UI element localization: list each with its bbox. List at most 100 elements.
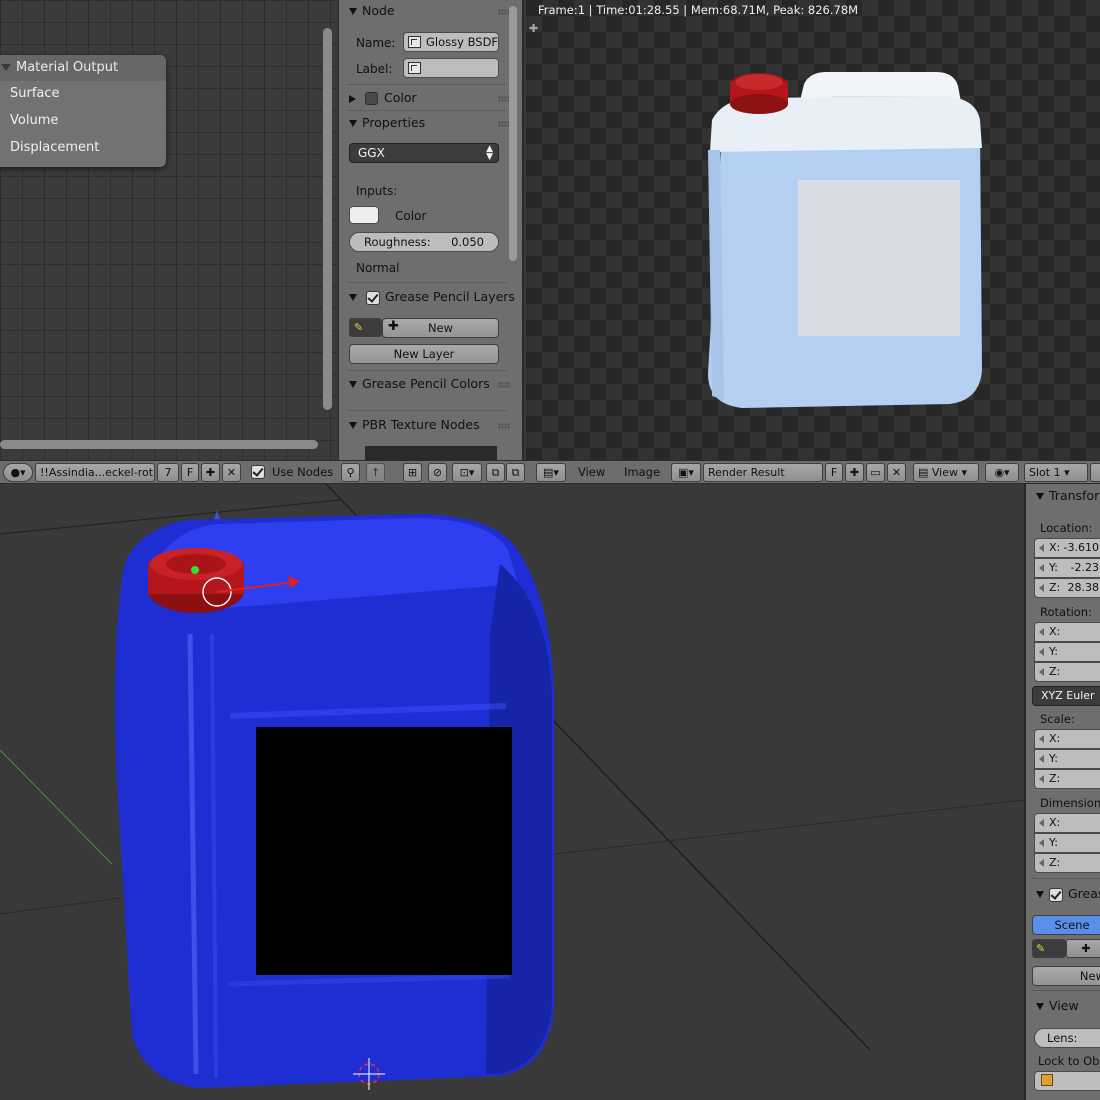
editor-type-image-icon[interactable]: ▤▾ [536,463,566,482]
slot-dropdown[interactable]: Slot 1 ▾ [1024,463,1088,482]
plus-icon[interactable]: ✚ [1066,939,1100,958]
image-fake-user-button[interactable]: F [825,463,843,482]
rotation-x-field[interactable]: X: [1034,622,1100,642]
node-name-field[interactable]: Glossy BSDF [403,32,499,52]
left-arrow-icon [1039,859,1044,867]
transform-header[interactable]: Transform [1036,488,1100,503]
expanded-triangle-icon [1036,891,1044,898]
pin-icon[interactable]: ⚲ [341,463,360,482]
drag-grip-icon[interactable] [498,423,510,429]
expanded-triangle-icon [349,120,357,127]
node-editor-horizontal-scrollbar[interactable] [0,440,318,449]
copy-nodes-icon[interactable]: ⧉ [486,463,505,482]
socket-surface[interactable]: Surface [0,81,166,108]
node-header[interactable]: Material Output [0,55,166,81]
rotation-mode-dropdown[interactable]: XYZ Euler [1032,686,1100,706]
rotation-z-field[interactable]: Z: [1034,662,1100,682]
panel-gp-colors-header[interactable]: Grease Pencil Colors [349,376,490,391]
scale-x-field[interactable]: X: [1034,729,1100,749]
link-icon[interactable]: ⊘ [428,463,447,482]
panel-node-header[interactable]: Node [349,3,395,18]
location-x-field[interactable]: X: -3.610 [1034,538,1100,558]
left-arrow-icon [1039,839,1044,847]
rendered-canister [708,72,982,408]
pencil-icon[interactable]: ✎ [349,318,382,337]
viewport-label-area [256,727,512,975]
plus-icon: ✚ [388,319,399,334]
new-layer-button[interactable]: New Layer [349,344,499,364]
socket-volume[interactable]: Volume [0,108,166,135]
render-label-area [798,180,960,336]
material-fake-user-button[interactable]: F [181,463,199,482]
menu-view[interactable]: View [578,465,605,479]
lens-field[interactable]: Lens: [1034,1028,1100,1048]
location-y-field[interactable]: Y: -2.23 [1034,558,1100,578]
image-editor-render[interactable]: Frame:1 | Time:01:28.55 | Mem:68.71M, Pe… [526,0,1100,460]
node-editor[interactable]: Material Output Surface Volume Displacem… [0,0,338,460]
image-name-field[interactable]: Render Result [703,463,823,482]
dimensions-label: Dimensions: [1040,796,1100,810]
open-folder-icon[interactable]: ▭ [866,463,885,482]
view-header[interactable]: View [1036,998,1079,1013]
use-nodes-label: Use Nodes [272,465,334,479]
color-swatch[interactable] [349,206,379,224]
snap-mode-dropdown-icon[interactable]: ⊡▾ [452,463,482,482]
unlink-x-icon[interactable]: ✕ [222,463,241,482]
grease-header[interactable]: Grease [1036,886,1100,902]
panel-properties-header[interactable]: Properties [349,115,425,130]
roughness-slider[interactable]: Roughness: 0.050 [349,232,499,252]
dimensions-x-field[interactable]: X: [1034,813,1100,833]
object-cube-icon [1041,1074,1053,1086]
paste-nodes-icon[interactable]: ⧉ [506,463,525,482]
3d-viewport[interactable] [0,484,1024,1100]
left-arrow-icon [1039,735,1044,743]
left-arrow-icon [1039,755,1044,763]
scale-y-field[interactable]: Y: [1034,749,1100,769]
socket-displacement[interactable]: Displacement [0,135,166,162]
view-mode-dropdown[interactable]: ▤ View ▾ [913,463,979,482]
distribution-dropdown[interactable]: GGX ▲ ▼ [349,143,499,163]
material-users-count[interactable]: 7 [157,463,179,482]
unlink-image-x-icon[interactable]: ✕ [887,463,906,482]
panel-gp-layers-header[interactable]: Grease Pencil Layers [349,289,515,305]
node-editor-vertical-scrollbar[interactable] [323,28,332,410]
material-output-node[interactable]: Material Output Surface Volume Displacem… [0,55,166,167]
grease-checkbox[interactable] [1049,887,1063,902]
node-icon [408,36,421,48]
grease-new-button[interactable]: New [1032,966,1100,986]
location-z-field[interactable]: Z: 28.38 [1034,578,1100,598]
node-label-field[interactable] [403,58,499,78]
left-arrow-icon [1039,775,1044,783]
rotation-y-field[interactable]: Y: [1034,642,1100,662]
material-sphere-icon[interactable]: ●▾ [3,463,33,482]
scale-z-field[interactable]: Z: [1034,769,1100,789]
new-image-plus-icon[interactable]: ✚ [845,463,864,482]
scene-button[interactable]: Scene [1032,915,1100,935]
dimensions-z-field[interactable]: Z: [1034,853,1100,873]
snap-icon[interactable]: ⊞ [403,463,422,482]
panel-color-header[interactable]: Color [349,90,417,105]
image-browse-icon[interactable]: ▣▾ [671,463,701,482]
material-name-field[interactable]: !!Assindia...eckel-rot [35,463,155,482]
pencil-icon[interactable]: ✎ [1032,939,1066,958]
parent-node-arrow-icon[interactable]: ↑ [366,463,385,482]
left-arrow-icon [1039,544,1044,552]
lock-object-field[interactable] [1034,1071,1100,1091]
expanded-triangle-icon [349,381,357,388]
drag-grip-icon[interactable] [498,382,510,388]
updown-arrows-icon: ▲ ▼ [486,144,493,162]
use-nodes-checkbox[interactable] [251,465,265,479]
gp-new-button[interactable]: ✚ New [382,318,499,338]
panel-pbr-header[interactable]: PBR Texture Nodes [349,417,480,432]
collapse-triangle-icon[interactable] [1,64,11,71]
editor-header-strip: ●▾ !!Assindia...eckel-rot 7 F ✚ ✕ Use No… [0,460,1100,484]
draw-channels-icon[interactable]: ◉▾ [985,463,1019,482]
add-material-plus-icon[interactable]: ✚ [201,463,220,482]
header-overflow-field[interactable] [1090,463,1100,482]
properties-scrollbar[interactable] [509,6,517,261]
gp-layers-checkbox[interactable] [365,290,380,305]
menu-image[interactable]: Image [624,465,660,479]
expanded-triangle-icon [349,422,357,429]
dimensions-y-field[interactable]: Y: [1034,833,1100,853]
checkbox-unchecked[interactable] [364,92,378,105]
